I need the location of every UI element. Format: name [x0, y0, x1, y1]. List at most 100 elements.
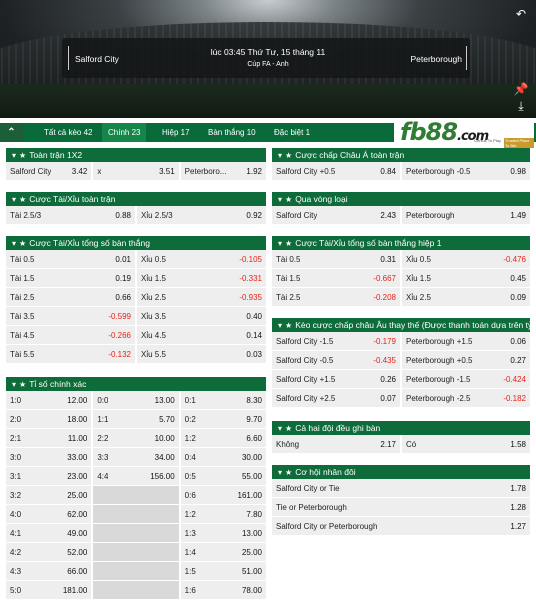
panel-header[interactable]: ▾ ★ Toàn trận 1X2	[6, 148, 266, 162]
panel-header[interactable]: ▾ ★ Cả hai đội đều ghi bàn	[272, 421, 530, 435]
odds-cell[interactable]: Salford City +0.5 0.84	[272, 162, 402, 180]
odds-cell[interactable]: Tài 0.5 0.31	[272, 250, 402, 268]
odds-cell[interactable]: Salford City 2.43	[272, 206, 402, 224]
odds-cell[interactable]: Salford City +2.5 0.07	[272, 389, 402, 407]
odds-cell[interactable]: Có 1.58	[402, 435, 530, 453]
odds-cell[interactable]: Peterborough +1.5 0.06	[402, 332, 530, 350]
tab-half[interactable]: Hiệp 17	[156, 123, 196, 142]
odds-cell[interactable]: Salford City +1.5 0.26	[272, 370, 402, 388]
odds-cell[interactable]: 1:2 7.80	[180, 505, 266, 523]
odds-cell[interactable]: Salford City or Tie 1.78	[272, 479, 530, 497]
panel-header[interactable]: ▾ ★ Cược Tài/Xỉu tổng số bàn thắng	[6, 236, 266, 250]
star-icon[interactable]: ★	[285, 468, 292, 477]
odds-cell[interactable]: Xỉu 0.5 -0.476	[402, 250, 530, 268]
odds-cell[interactable]: 3:3 34.00	[93, 448, 181, 466]
odds-cell[interactable]: Tài 4.5 -0.266	[6, 326, 137, 344]
odds-cell[interactable]: Tài 5.5 -0.132	[6, 345, 137, 363]
odds-cell[interactable]: Xỉu 3.5 0.40	[137, 307, 266, 325]
tab-all[interactable]: Tất cả kèo 42	[38, 123, 98, 142]
odds-cell[interactable]: Xỉu 4.5 0.14	[137, 326, 266, 344]
odds-cell[interactable]: 0:6 161.00	[180, 486, 266, 504]
odds-cell[interactable]: 5:0 181.00	[6, 581, 94, 599]
star-icon[interactable]: ★	[285, 151, 292, 160]
star-icon[interactable]: ★	[285, 195, 292, 204]
odds-cell[interactable]: 2:0 18.00	[6, 410, 94, 428]
odds-cell[interactable]: 0:4 30.00	[180, 448, 266, 466]
odds-cell[interactable]: 1:1 5.70	[93, 410, 181, 428]
back-icon[interactable]: ↶	[511, 5, 531, 23]
panel-header[interactable]: ▾ ★ Cơ hội nhân đôi	[272, 465, 530, 479]
star-icon[interactable]: ★	[19, 151, 26, 160]
odds-cell[interactable]: Xỉu 5.5 0.03	[137, 345, 266, 363]
odds-cell[interactable]: 1:5 51.00	[180, 562, 266, 580]
odds-cell[interactable]: x 3.51	[93, 162, 181, 180]
odds-cell[interactable]: 4:3 66.00	[6, 562, 94, 580]
star-icon[interactable]: ★	[285, 239, 292, 248]
odds-cell[interactable]: 1:0 12.00	[6, 391, 94, 409]
star-icon[interactable]: ★	[285, 424, 292, 433]
star-icon[interactable]: ★	[285, 321, 292, 330]
collapse-icon[interactable]: ▾	[278, 239, 282, 248]
odds-cell[interactable]: Tài 2.5/3 0.88	[6, 206, 137, 224]
odds-cell[interactable]: Salford City -0.5 -0.435	[272, 351, 402, 369]
odds-cell[interactable]: 0:2 9.70	[180, 410, 266, 428]
collapse-icon[interactable]: ▾	[278, 424, 282, 433]
odds-cell[interactable]: 0:5 55.00	[180, 467, 266, 485]
collapse-icon[interactable]: ▾	[12, 151, 16, 160]
odds-cell[interactable]: Tie or Peterborough 1.28	[272, 498, 530, 516]
collapse-icon[interactable]: ▾	[12, 195, 16, 204]
panel-header[interactable]: ▾ ★ Kèo cược chấp châu Âu thay thế (Được t…	[272, 318, 530, 332]
odds-cell[interactable]: Peterboro... 1.92	[180, 162, 266, 180]
panel-header[interactable]: ▾ ★ Cược chấp Châu Á toàn trận	[272, 148, 530, 162]
odds-cell[interactable]: Xỉu 1.5 -0.331	[137, 269, 266, 287]
odds-cell[interactable]: 1:2 6.60	[180, 429, 266, 447]
odds-cell[interactable]: 2:1 11.00	[6, 429, 94, 447]
odds-cell[interactable]: Salford City 3.42	[6, 162, 94, 180]
odds-cell[interactable]: 0:0 13.00	[93, 391, 181, 409]
panel-header[interactable]: ▾ ★ Cược Tài/Xỉu toàn trận	[6, 192, 266, 206]
odds-cell[interactable]: 4:1 49.00	[6, 524, 94, 542]
pin-icon[interactable]: 📌	[511, 80, 531, 98]
collapse-icon[interactable]: ▾	[278, 195, 282, 204]
odds-cell[interactable]: Salford City -1.5 -0.179	[272, 332, 402, 350]
panel-header[interactable]: ▾ ★ Tỉ số chính xác	[6, 377, 266, 391]
tab-special[interactable]: Đặc biệt 1	[268, 123, 316, 142]
odds-cell[interactable]: Salford City or Peterborough 1.27	[272, 517, 530, 535]
odds-cell[interactable]: 1:4 25.00	[180, 543, 266, 561]
odds-cell[interactable]: 0:1 8.30	[180, 391, 266, 409]
odds-cell[interactable]: 4:2 52.00	[6, 543, 94, 561]
odds-cell[interactable]: Xỉu 1.5 0.45	[402, 269, 530, 287]
collapse-all-icon[interactable]: ⌃	[0, 123, 23, 142]
odds-cell[interactable]: Tài 2.5 -0.208	[272, 288, 402, 306]
odds-cell[interactable]: Tài 2.5 0.66	[6, 288, 137, 306]
odds-cell[interactable]: Tài 1.5 -0.667	[272, 269, 402, 287]
panel-header[interactable]: ▾ ★ Cược Tài/Xỉu tổng số bàn thắng hiệp 1	[272, 236, 530, 250]
odds-cell[interactable]: Tài 1.5 0.19	[6, 269, 137, 287]
download-icon[interactable]: ⤓	[511, 97, 531, 115]
odds-cell[interactable]: 3:1 23.00	[6, 467, 94, 485]
collapse-icon[interactable]: ▾	[278, 321, 282, 330]
odds-cell[interactable]: Peterborough 1.49	[402, 206, 530, 224]
star-icon[interactable]: ★	[19, 380, 26, 389]
star-icon[interactable]: ★	[19, 239, 26, 248]
odds-cell[interactable]: Peterborough -2.5 -0.182	[402, 389, 530, 407]
odds-cell[interactable]: Xỉu 2.5/3 0.92	[137, 206, 266, 224]
tab-main[interactable]: Chính 23	[102, 123, 147, 142]
odds-cell[interactable]: 2:2 10.00	[93, 429, 181, 447]
odds-cell[interactable]: 3:2 25.00	[6, 486, 94, 504]
collapse-icon[interactable]: ▾	[278, 468, 282, 477]
odds-cell[interactable]: Không 2.17	[272, 435, 402, 453]
odds-cell[interactable]: 4:4 156.00	[93, 467, 181, 485]
odds-cell[interactable]: 1:6 78.00	[180, 581, 266, 599]
collapse-icon[interactable]: ▾	[12, 380, 16, 389]
odds-cell[interactable]: 3:0 33.00	[6, 448, 94, 466]
odds-cell[interactable]: Tài 3.5 -0.599	[6, 307, 137, 325]
odds-cell[interactable]: Peterborough +0.5 0.27	[402, 351, 530, 369]
odds-cell[interactable]: Tài 0.5 0.01	[6, 250, 137, 268]
star-icon[interactable]: ★	[19, 195, 26, 204]
collapse-icon[interactable]: ▾	[278, 151, 282, 160]
odds-cell[interactable]: 1:3 13.00	[180, 524, 266, 542]
odds-cell[interactable]: Xỉu 2.5 -0.935	[137, 288, 266, 306]
odds-cell[interactable]: Xỉu 2.5 0.09	[402, 288, 530, 306]
odds-cell[interactable]: 4:0 62.00	[6, 505, 94, 523]
